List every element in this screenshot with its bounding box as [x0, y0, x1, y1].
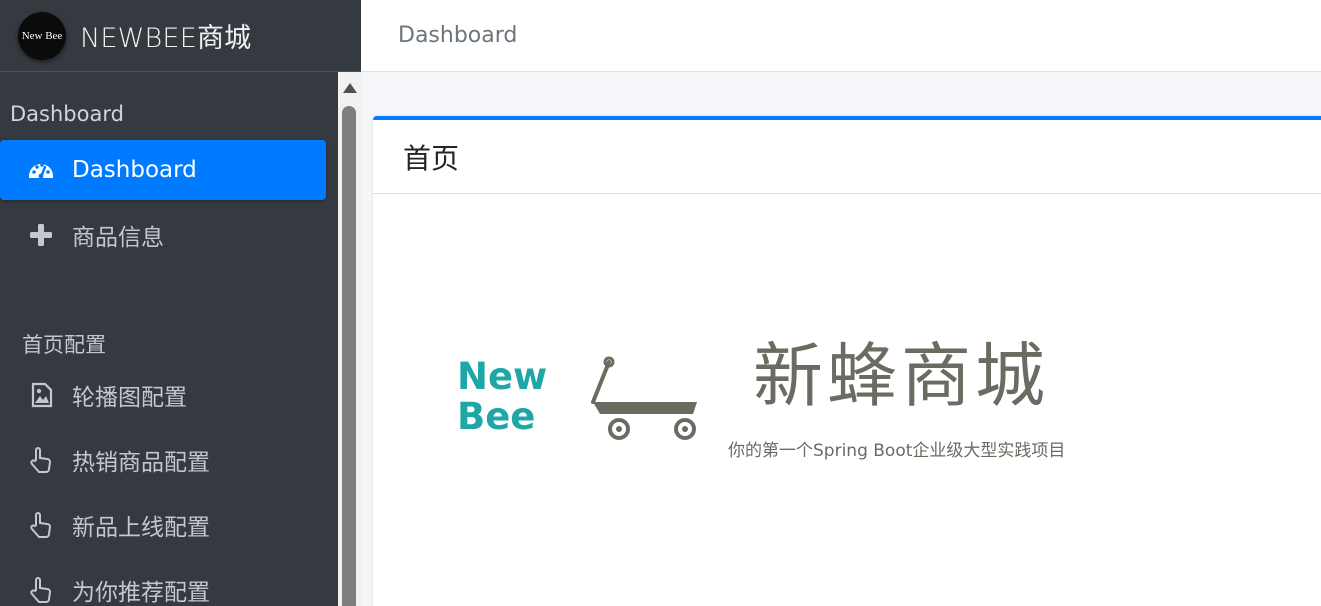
- sidebar-item-goods[interactable]: 商品信息: [0, 205, 326, 265]
- pointer-hand-icon: [26, 575, 56, 605]
- scroll-up-arrow-icon[interactable]: [343, 83, 357, 93]
- sidebar-nav: Dashboard Dashboard 商品信息 首页配置 轮播图配置 热销商品…: [0, 72, 338, 606]
- sidebar-item-label: 新品上线配置: [72, 515, 210, 541]
- nav-header-dashboard: Dashboard: [10, 102, 124, 126]
- brand-logo-text: New Bee: [21, 29, 63, 42]
- pointer-hand-icon: [26, 445, 56, 475]
- logo-line-1: New: [457, 356, 547, 398]
- brand-title: NEWBEE商城: [80, 23, 252, 54]
- brand-logo: New Bee: [18, 11, 66, 60]
- nav-header-home-config: 首页配置: [22, 333, 106, 357]
- sidebar-item-label: 商品信息: [72, 225, 164, 251]
- sidebar-item-carousel[interactable]: 轮播图配置: [0, 365, 326, 425]
- sidebar-item-label: 热销商品配置: [72, 450, 210, 476]
- newbee-logo: New Bee: [457, 355, 702, 450]
- image-icon: [26, 380, 56, 410]
- card-header: 首页: [373, 120, 1321, 194]
- sidebar-item-hot-goods[interactable]: 热销商品配置: [0, 430, 326, 490]
- sidebar-item-label: 轮播图配置: [72, 385, 187, 411]
- card-title: 首页: [403, 141, 460, 175]
- scroll-thumb[interactable]: [342, 106, 356, 606]
- hero-title: 新蜂商城: [753, 335, 1049, 417]
- sidebar-item-dashboard[interactable]: Dashboard: [0, 140, 326, 200]
- logo-line-2: Bee: [457, 395, 535, 438]
- brand-link[interactable]: New Bee NEWBEE商城: [0, 0, 361, 72]
- sidebar-item-label: 为你推荐配置: [72, 580, 210, 606]
- wagon-icon: [591, 356, 697, 440]
- top-navbar: Dashboard: [361, 0, 1321, 72]
- pointer-hand-icon: [26, 510, 56, 540]
- hero-subtitle: 你的第一个Spring Boot企业级大型实践项目: [728, 441, 1066, 461]
- main-card: 首页 New Bee 新蜂商城 你的第一个Spring Boot企业级大型实践项…: [373, 116, 1321, 606]
- sidebar-scrollbar[interactable]: [338, 72, 361, 606]
- plus-icon: [26, 220, 56, 250]
- sidebar: New Bee NEWBEE商城 Dashboard Dashboard 商品信…: [0, 0, 361, 606]
- sidebar-item-recommend[interactable]: 为你推荐配置: [0, 560, 326, 606]
- page-breadcrumb[interactable]: Dashboard: [398, 23, 517, 48]
- dashboard-icon: [26, 155, 56, 185]
- sidebar-item-new-goods[interactable]: 新品上线配置: [0, 495, 326, 555]
- sidebar-item-label: Dashboard: [72, 157, 197, 183]
